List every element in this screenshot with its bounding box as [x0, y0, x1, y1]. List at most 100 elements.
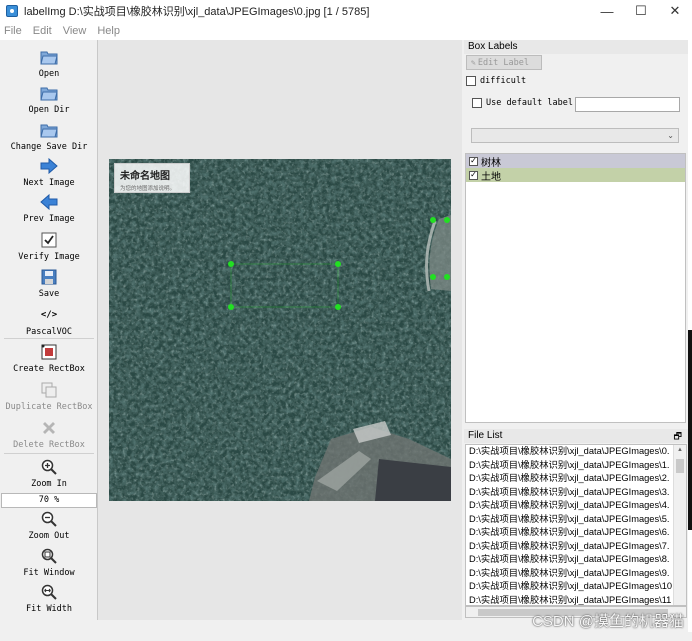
zoom-level-spinbox[interactable]: 70 % — [1, 493, 97, 508]
scroll-up-icon[interactable]: ▲ — [677, 447, 683, 453]
satellite-image[interactable]: 未命名地图 为您的地图添加说明。 — [109, 159, 451, 501]
open-button[interactable]: Open — [0, 48, 98, 79]
open-label: Open — [38, 69, 60, 79]
default-label-input[interactable] — [575, 97, 680, 112]
open-dir-button[interactable]: Open Dir — [0, 84, 98, 115]
map-note-subtitle: 为您的地图添加说明。 — [120, 186, 176, 192]
delete-rectbox-label: Delete RectBox — [13, 440, 85, 450]
bbox-handle[interactable] — [430, 274, 436, 280]
image-canvas[interactable]: 未命名地图 为您的地图添加说明。 — [98, 40, 462, 620]
maximize-button[interactable]: ☐ — [624, 0, 658, 22]
fit-window-icon — [40, 547, 58, 565]
menu-file[interactable]: File — [4, 25, 22, 37]
open-dir-label: Open Dir — [28, 105, 70, 115]
edit-label-text: Edit Label — [477, 57, 530, 68]
format-button[interactable]: </> PascalVOC — [0, 306, 98, 337]
fit-window-button[interactable]: Fit Window — [0, 547, 98, 578]
label-combo-box[interactable]: ⌄ — [471, 128, 679, 143]
bbox-handle[interactable] — [335, 304, 341, 310]
label-checkbox[interactable]: ✓ — [469, 170, 478, 180]
duplicate-icon — [40, 381, 58, 399]
minimize-button[interactable]: — — [590, 0, 624, 22]
file-list-item[interactable]: D:\实战项目\橡胶林识别\xjl_data\JPEGImages\7. — [466, 540, 673, 554]
fit-width-button[interactable]: Fit Width — [0, 583, 98, 614]
box-labels-dock: Box Labels ✎ Edit Label difficult Use de… — [464, 40, 688, 423]
difficult-checkbox-row[interactable]: difficult — [466, 76, 526, 86]
arrow-right-icon — [40, 157, 58, 175]
file-list-item[interactable]: D:\实战项目\橡胶林识别\xjl_data\JPEGImages\10 — [466, 580, 673, 594]
code-icon: </> — [40, 310, 58, 320]
fit-width-icon — [40, 583, 58, 601]
difficult-checkbox[interactable] — [466, 76, 476, 86]
app-icon — [6, 5, 18, 17]
floppy-icon — [40, 268, 58, 286]
float-dock-icon[interactable]: 🗗 — [674, 429, 682, 443]
toolbar: Open Open Dir Change Save Dir Next Image… — [0, 40, 98, 620]
file-list-item[interactable]: D:\实战项目\橡胶林识别\xjl_data\JPEGImages\2. — [466, 472, 673, 486]
duplicate-rectbox-label: Duplicate RectBox — [5, 402, 93, 412]
menu-bar: File Edit View Help — [0, 22, 692, 40]
file-list-item[interactable]: D:\实战项目\橡胶林识别\xjl_data\JPEGImages\6. — [466, 526, 673, 540]
bbox-handle[interactable] — [444, 274, 450, 280]
create-rectbox-label: Create RectBox — [13, 364, 85, 374]
scrollbar-thumb[interactable] — [676, 459, 684, 473]
file-list-item[interactable]: D:\实战项目\橡胶林识别\xjl_data\JPEGImages\5. — [466, 513, 673, 527]
bbox-handle[interactable] — [444, 217, 450, 223]
menu-help[interactable]: Help — [97, 25, 120, 37]
edit-label-button[interactable]: ✎ Edit Label — [466, 55, 542, 70]
next-image-button[interactable]: Next Image — [0, 157, 98, 188]
menu-edit[interactable]: Edit — [33, 25, 52, 37]
difficult-label: difficult — [480, 76, 527, 86]
use-default-label-checkbox[interactable] — [472, 98, 482, 108]
window-controls: — ☐ ✕ — [590, 0, 692, 22]
save-button[interactable]: Save — [0, 268, 98, 299]
bbox-handle[interactable] — [228, 261, 234, 267]
file-list-item[interactable]: D:\实战项目\橡胶林识别\xjl_data\JPEGImages\9. — [466, 567, 673, 581]
close-button[interactable]: ✕ — [658, 0, 692, 22]
bbox-handle[interactable] — [430, 217, 436, 223]
file-list-item[interactable]: D:\实战项目\橡胶林识别\xjl_data\JPEGImages\0. — [466, 445, 673, 459]
title-bar: labelImg D:\实战项目\橡胶林识别\xjl_data\JPEGImag… — [0, 0, 692, 22]
file-list-item[interactable]: D:\实战项目\橡胶林识别\xjl_data\JPEGImages\4. — [466, 499, 673, 513]
label-item[interactable]: ✓ 树林 — [466, 154, 685, 169]
zoom-in-icon — [40, 458, 58, 476]
map-note-title: 未命名地图 — [120, 171, 170, 182]
file-list-item[interactable]: D:\实战项目\橡胶林识别\xjl_data\JPEGImages\8. — [466, 553, 673, 567]
bbox-handle[interactable] — [335, 261, 341, 267]
toolbar-divider — [4, 453, 94, 454]
zoom-out-button[interactable]: Zoom Out — [0, 510, 98, 541]
change-save-dir-button[interactable]: Change Save Dir — [0, 121, 98, 152]
arrow-left-icon — [40, 193, 58, 211]
box-labels-title-text: Box Labels — [468, 41, 518, 52]
verify-image-label: Verify Image — [18, 252, 80, 262]
zoom-out-label: Zoom Out — [28, 531, 70, 541]
file-list-vertical-scrollbar[interactable]: ▲ — [673, 445, 686, 605]
label-checkbox[interactable]: ✓ — [469, 156, 478, 166]
delete-rectbox-button[interactable]: Delete RectBox — [0, 419, 98, 450]
duplicate-rectbox-button[interactable]: Duplicate RectBox — [0, 381, 98, 412]
rectbox-icon — [40, 343, 58, 361]
use-default-label-label: Use default label — [486, 98, 573, 108]
file-list-item[interactable]: D:\实战项目\橡胶林识别\xjl_data\JPEGImages\11 — [466, 594, 673, 606]
map-note: 未命名地图 为您的地图添加说明。 — [114, 163, 190, 193]
file-list-item[interactable]: D:\实战项目\橡胶林识别\xjl_data\JPEGImages\1. — [466, 459, 673, 473]
file-list-item[interactable]: D:\实战项目\橡胶林识别\xjl_data\JPEGImages\3. — [466, 486, 673, 500]
file-list[interactable]: D:\实战项目\橡胶林识别\xjl_data\JPEGImages\0. D:\… — [465, 444, 687, 606]
folder-icon — [40, 48, 58, 66]
status-bar — [0, 632, 692, 641]
bbox-handle[interactable] — [228, 304, 234, 310]
edit-icon: ✎ — [471, 58, 476, 67]
menu-view[interactable]: View — [63, 25, 87, 37]
label-list[interactable]: ✓ 树林 ✓ 土地 — [465, 153, 686, 423]
zoom-in-button[interactable]: Zoom In — [0, 458, 98, 489]
label-text: 土地 — [481, 171, 501, 183]
folder-icon — [40, 84, 58, 102]
label-item[interactable]: ✓ 土地 — [466, 168, 685, 183]
file-list-title-text: File List — [468, 430, 503, 441]
prev-image-button[interactable]: Prev Image — [0, 193, 98, 224]
create-rectbox-button[interactable]: Create RectBox — [0, 343, 98, 374]
verify-image-button[interactable]: Verify Image — [0, 231, 98, 262]
fit-window-label: Fit Window — [23, 568, 75, 578]
use-default-label-row[interactable]: Use default label — [472, 98, 573, 108]
file-list-title: File List 🗗 — [464, 429, 688, 443]
